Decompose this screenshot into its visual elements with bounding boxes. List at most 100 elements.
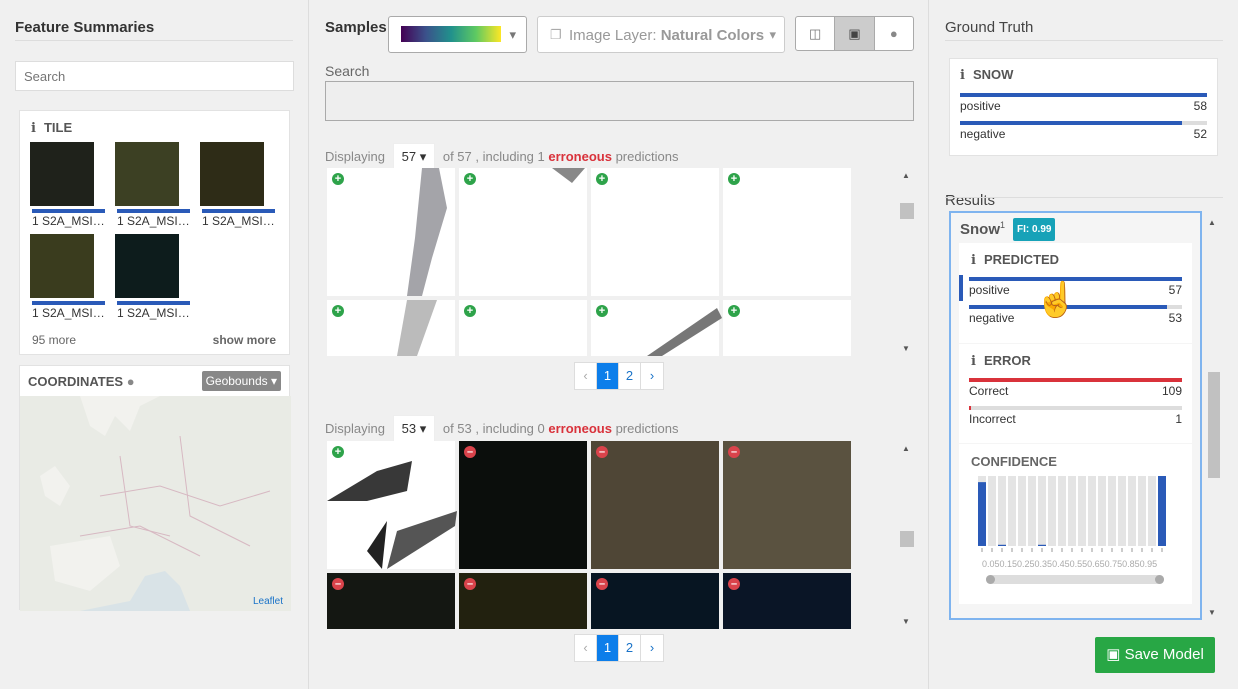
confidence-bar-bg[interactable] xyxy=(1138,476,1146,546)
info-icon[interactable]: i xyxy=(971,354,976,369)
page-button[interactable]: 2 xyxy=(619,363,641,389)
sample-tile[interactable]: + xyxy=(591,300,719,356)
page-size-select[interactable]: 57 ▾ xyxy=(392,143,436,171)
prev-page-button[interactable]: ‹ xyxy=(575,635,597,661)
confidence-bar-bg[interactable] xyxy=(988,476,996,546)
confidence-bar-bg[interactable] xyxy=(1028,476,1036,546)
scroll-up-icon[interactable]: ▲ xyxy=(902,171,910,180)
scroll-up-icon[interactable]: ▲ xyxy=(1208,218,1216,227)
confidence-bar-bg[interactable] xyxy=(998,476,1006,546)
confidence-bar-bg[interactable] xyxy=(1008,476,1016,546)
leaflet-attribution[interactable]: Leaflet xyxy=(253,596,283,607)
stat-row[interactable]: Incorrect 1 xyxy=(969,412,1182,426)
negative-icon: – xyxy=(596,446,608,458)
sample-tile[interactable]: + xyxy=(723,168,851,296)
sample-tile[interactable]: + xyxy=(327,300,455,356)
scroll-down-icon[interactable]: ▼ xyxy=(902,344,910,353)
scrollbar[interactable]: ▲ ▼ xyxy=(900,168,914,356)
sample-tile[interactable]: – xyxy=(327,573,455,629)
predictions-label: predictions xyxy=(615,421,679,436)
sample-tile[interactable]: – xyxy=(723,573,851,629)
stat-bar-track xyxy=(960,93,1207,97)
tile-thumbnail[interactable] xyxy=(115,234,179,298)
confidence-bar-bg[interactable] xyxy=(1128,476,1136,546)
confidence-bar-bg[interactable] xyxy=(1108,476,1116,546)
info-icon[interactable]: i xyxy=(971,253,976,268)
next-page-button[interactable]: › xyxy=(641,363,663,389)
sample-tile[interactable]: – xyxy=(591,573,719,629)
scrollbar[interactable]: ▲ ▼ xyxy=(900,441,914,629)
sample-tile[interactable]: + xyxy=(459,168,587,296)
results-scrollbar[interactable]: ▲ ▼ xyxy=(1206,214,1220,620)
sample-tile[interactable]: + xyxy=(327,441,455,569)
stat-value: 57 xyxy=(1168,283,1182,297)
europe-map xyxy=(20,396,291,611)
confidence-range-slider[interactable] xyxy=(986,575,1164,584)
confidence-bar-bg[interactable] xyxy=(1078,476,1086,546)
sample-tile[interactable]: + xyxy=(723,300,851,356)
scroll-thumb[interactable] xyxy=(900,531,914,547)
confidence-bar[interactable] xyxy=(1038,544,1046,546)
geobounds-dropdown[interactable]: Geobounds ▾ xyxy=(201,371,281,391)
sample-tile[interactable]: + xyxy=(327,168,455,296)
sample-tile[interactable]: – xyxy=(591,441,719,569)
prev-page-button[interactable]: ‹ xyxy=(575,363,597,389)
confidence-bar-bg[interactable] xyxy=(1098,476,1106,546)
confidence-bar-bg[interactable] xyxy=(1038,476,1046,546)
confidence-bar-bg[interactable] xyxy=(1048,476,1056,546)
page-size-select[interactable]: 53 ▾ xyxy=(392,415,436,443)
tile-thumbnail[interactable] xyxy=(115,142,179,206)
confidence-chart[interactable] xyxy=(977,476,1177,566)
page-button[interactable]: 1 xyxy=(597,635,619,661)
positive-icon: + xyxy=(596,305,608,317)
confidence-bar-bg[interactable] xyxy=(1058,476,1066,546)
range-handle-left[interactable] xyxy=(986,575,995,584)
ground-truth-title: Ground Truth xyxy=(945,19,1034,36)
thumbnail-label: 1 S2A_MSIL2A_20180213 xyxy=(117,214,193,228)
page-button[interactable]: 2 xyxy=(619,635,641,661)
info-icon[interactable]: i xyxy=(960,68,965,83)
caret-down-icon: ▾ xyxy=(769,27,776,42)
confidence-bar[interactable] xyxy=(1158,476,1166,546)
scroll-thumb[interactable] xyxy=(1208,372,1220,478)
sample-tile[interactable]: + xyxy=(459,300,587,356)
sample-tile[interactable]: – xyxy=(723,441,851,569)
feature-search-input[interactable] xyxy=(15,61,294,91)
scroll-up-icon[interactable]: ▲ xyxy=(902,444,910,453)
stat-row[interactable]: Correct 109 xyxy=(969,384,1182,398)
confidence-bar-bg[interactable] xyxy=(1068,476,1076,546)
negative-icon: – xyxy=(728,578,740,590)
confidence-bar-bg[interactable] xyxy=(1088,476,1096,546)
confidence-bar-bg[interactable] xyxy=(1018,476,1026,546)
sample-tile[interactable]: + xyxy=(591,168,719,296)
scroll-down-icon[interactable]: ▼ xyxy=(1208,608,1216,617)
sample-tile[interactable]: – xyxy=(459,441,587,569)
sample-tile[interactable]: – xyxy=(459,573,587,629)
save-model-button[interactable]: ▣ Save Model xyxy=(1095,637,1215,673)
tile-thumbnail[interactable] xyxy=(30,234,94,298)
split-view-icon[interactable]: ◫ xyxy=(796,17,836,50)
tile-thumbnail[interactable] xyxy=(200,142,264,206)
info-icon[interactable]: i xyxy=(31,121,36,136)
colormap-dropdown[interactable]: ▾ xyxy=(388,16,527,53)
show-more-link[interactable]: show more xyxy=(213,333,276,347)
range-handle-right[interactable] xyxy=(1155,575,1164,584)
image-view-icon[interactable]: ▣ xyxy=(835,17,875,50)
snow-result-card: Snow1 FI: 0.99 i PREDICTED positive 57 nega… xyxy=(949,211,1202,620)
thumbnail-bar xyxy=(32,209,105,213)
image-layer-dropdown[interactable]: ❐ Image Layer: Natural Colors ▾ xyxy=(537,16,785,53)
confidence-bar-bg[interactable] xyxy=(1118,476,1126,546)
sample-search-input[interactable] xyxy=(325,81,914,121)
globe-view-icon[interactable]: ● xyxy=(875,17,913,50)
stat-row[interactable]: negative 52 xyxy=(960,127,1207,141)
map-view[interactable]: Leaflet xyxy=(20,396,291,611)
scroll-thumb[interactable] xyxy=(900,203,914,219)
stat-row[interactable]: positive 58 xyxy=(960,99,1207,113)
tile-thumbnail[interactable] xyxy=(30,142,94,206)
confidence-bar[interactable] xyxy=(978,482,986,546)
next-page-button[interactable]: › xyxy=(641,635,663,661)
confidence-bar[interactable] xyxy=(998,544,1006,546)
scroll-down-icon[interactable]: ▼ xyxy=(902,617,910,626)
page-button[interactable]: 1 xyxy=(597,363,619,389)
confidence-bar-bg[interactable] xyxy=(1148,476,1156,546)
